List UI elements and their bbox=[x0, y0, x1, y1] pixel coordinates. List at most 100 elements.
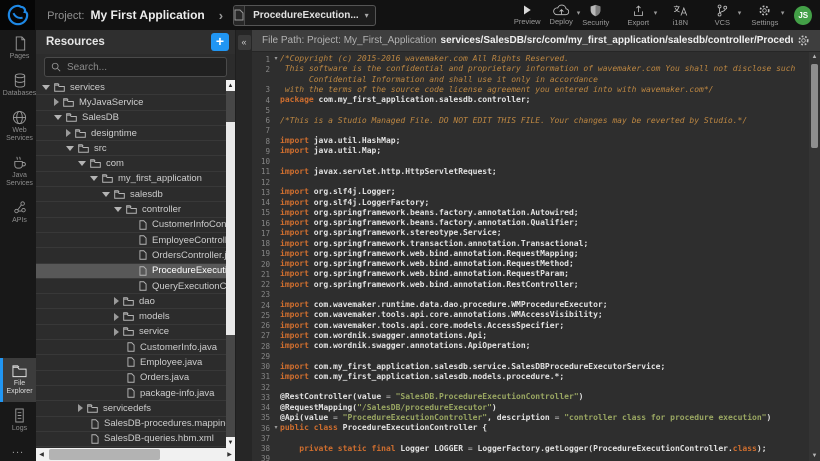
code-line[interactable]: 5 bbox=[252, 105, 820, 115]
more-options-icon[interactable]: ... bbox=[0, 439, 36, 461]
tree-expand-icon[interactable] bbox=[114, 328, 119, 336]
code-line[interactable]: 2 This software is the confidential and … bbox=[252, 64, 820, 74]
sidebar-item-web-services[interactable]: Web Services bbox=[0, 104, 36, 149]
code-line[interactable]: 14import org.slf4j.LoggerFactory; bbox=[252, 198, 820, 208]
search-box[interactable] bbox=[44, 57, 227, 77]
code-line[interactable]: 29 bbox=[252, 351, 820, 361]
scroll-up-icon[interactable]: ▲ bbox=[226, 80, 235, 91]
code-line[interactable]: 23 bbox=[252, 290, 820, 300]
tree-item-SalesDB-queries.hbm.xml[interactable]: SalesDB-queries.hbm.xml bbox=[36, 432, 235, 447]
i18n-button[interactable]: i18N bbox=[663, 0, 697, 30]
tree-item-com[interactable]: com bbox=[36, 156, 235, 171]
vcs-button[interactable]: ▾ VCS bbox=[705, 0, 739, 30]
tree-vertical-scrollbar[interactable]: ▲ ▼ bbox=[226, 80, 235, 448]
wavemaker-logo[interactable] bbox=[0, 0, 35, 30]
search-input[interactable] bbox=[65, 61, 220, 74]
collapse-panel-button[interactable]: « bbox=[238, 35, 251, 50]
scroll-thumb[interactable] bbox=[811, 64, 818, 148]
fold-marker-icon[interactable]: ▾ bbox=[272, 423, 280, 433]
code-line[interactable]: 26import com.wavemaker.tools.api.core.mo… bbox=[252, 321, 820, 331]
tree-item-controller[interactable]: controller bbox=[36, 202, 235, 217]
code-line[interactable]: 27import com.wordnik.swagger.annotations… bbox=[252, 331, 820, 341]
security-button[interactable]: Security bbox=[578, 0, 613, 30]
tree-collapse-icon[interactable] bbox=[102, 192, 110, 197]
code-line[interactable]: 39 bbox=[252, 454, 820, 461]
scroll-left-icon[interactable]: ◀ bbox=[36, 451, 47, 458]
scroll-up-icon[interactable]: ▲ bbox=[809, 52, 820, 62]
editor-vertical-scrollbar[interactable]: ▲ ▼ bbox=[809, 52, 820, 461]
sidebar-item-file-explorer[interactable]: File Explorer bbox=[0, 358, 36, 402]
fold-marker-icon[interactable]: ▾ bbox=[272, 54, 280, 64]
tree-item-services[interactable]: services bbox=[36, 80, 235, 95]
tree-collapse-icon[interactable] bbox=[66, 146, 74, 151]
code-content[interactable]: 1▾/*Copyright (c) 2015-2016 wavemaker.co… bbox=[252, 52, 820, 461]
tree-item-CustomerInfoController.java[interactable]: CustomerInfoController.java bbox=[36, 218, 235, 233]
tree-item-SalesDB[interactable]: SalesDB bbox=[36, 111, 235, 126]
scroll-down-icon[interactable]: ▼ bbox=[226, 437, 235, 448]
user-avatar[interactable]: JS bbox=[794, 6, 812, 25]
code-line[interactable]: 17import org.springframework.stereotype.… bbox=[252, 228, 820, 238]
code-line[interactable]: 24import com.wavemaker.runtime.data.dao.… bbox=[252, 300, 820, 310]
code-line[interactable]: 15import org.springframework.beans.facto… bbox=[252, 208, 820, 218]
tree-item-SalesDB-procedures.mappings.json[interactable]: SalesDB-procedures.mappings.json bbox=[36, 417, 235, 432]
code-line[interactable]: 31import com.my_first_application.salesd… bbox=[252, 372, 820, 382]
code-line[interactable]: 3 with the terms of the source code lice… bbox=[252, 85, 820, 95]
settings-button[interactable]: ▾ Settings bbox=[747, 0, 782, 30]
code-line[interactable]: 21import org.springframework.web.bind.an… bbox=[252, 269, 820, 279]
code-line[interactable]: 19import org.springframework.web.bind.an… bbox=[252, 249, 820, 259]
code-line[interactable]: 37 bbox=[252, 433, 820, 443]
sidebar-item-java-services[interactable]: Java Services bbox=[0, 149, 36, 194]
code-line[interactable]: 30import com.my_first_application.salesd… bbox=[252, 362, 820, 372]
tree-horizontal-scrollbar[interactable]: ◀ ▶ bbox=[36, 448, 235, 461]
scroll-thumb[interactable] bbox=[49, 449, 160, 460]
sidebar-item-logs[interactable]: Logs bbox=[0, 402, 36, 439]
code-line[interactable]: 22import org.springframework.web.bind.an… bbox=[252, 280, 820, 290]
tree-item-Employee.java[interactable]: Employee.java bbox=[36, 355, 235, 370]
file-selector-dropdown[interactable]: ProcedureExecution... ▾ bbox=[233, 5, 376, 26]
tree-item-designtime[interactable]: designtime bbox=[36, 126, 235, 141]
code-line[interactable]: 11import javax.servlet.http.HttpServletR… bbox=[252, 167, 820, 177]
code-line[interactable]: 4package com.my_first_application.salesd… bbox=[252, 95, 820, 105]
tree-item-dao[interactable]: dao bbox=[36, 294, 235, 309]
tree-expand-icon[interactable] bbox=[66, 129, 71, 137]
tree-item-QueryExecutionController.java[interactable]: QueryExecutionController.java bbox=[36, 279, 235, 294]
code-line[interactable]: 1▾/*Copyright (c) 2015-2016 wavemaker.co… bbox=[252, 54, 820, 64]
tree-item-servicedefs[interactable]: servicedefs bbox=[36, 401, 235, 416]
tree-item-CustomerInfo.java[interactable]: CustomerInfo.java bbox=[36, 340, 235, 355]
scroll-thumb[interactable] bbox=[226, 122, 235, 335]
tree-item-package-info.java[interactable]: package-info.java bbox=[36, 386, 235, 401]
code-line[interactable]: 25import com.wavemaker.tools.api.core.an… bbox=[252, 310, 820, 320]
code-line[interactable]: 28import com.wordnik.swagger.annotations… bbox=[252, 341, 820, 351]
sidebar-item-pages[interactable]: Pages bbox=[0, 30, 36, 67]
tree-collapse-icon[interactable] bbox=[114, 207, 122, 212]
tree-item-ProcedureExecutionController.java[interactable]: ProcedureExecutionController.java bbox=[36, 264, 235, 279]
code-line[interactable]: 7 bbox=[252, 126, 820, 136]
tree-expand-icon[interactable] bbox=[78, 404, 83, 412]
scroll-right-icon[interactable]: ▶ bbox=[224, 451, 235, 458]
code-line[interactable]: 12 bbox=[252, 177, 820, 187]
tree-expand-icon[interactable] bbox=[114, 313, 119, 321]
deploy-button[interactable]: ▾ Deploy bbox=[544, 0, 578, 30]
tree-item-service[interactable]: service bbox=[36, 325, 235, 340]
tree-item-my_first_application[interactable]: my_first_application bbox=[36, 172, 235, 187]
tree-item-OrdersController.java[interactable]: OrdersController.java bbox=[36, 248, 235, 263]
code-line[interactable]: Confidential Information and shall use i… bbox=[252, 75, 820, 85]
code-line[interactable]: 20import org.springframework.web.bind.an… bbox=[252, 259, 820, 269]
tree-item-models[interactable]: models bbox=[36, 309, 235, 324]
tree-collapse-icon[interactable] bbox=[42, 85, 50, 90]
tree-item-EmployeeController.java[interactable]: EmployeeController.java bbox=[36, 233, 235, 248]
sidebar-item-apis[interactable]: APIs bbox=[0, 194, 36, 231]
preview-button[interactable]: Preview bbox=[510, 0, 544, 30]
code-line[interactable]: 35@Api(value = "ProcedureExecutionContro… bbox=[252, 413, 820, 423]
code-line[interactable]: 9import java.util.Map; bbox=[252, 146, 820, 156]
tree-item-src[interactable]: src bbox=[36, 141, 235, 156]
code-line[interactable]: 10 bbox=[252, 157, 820, 167]
tree-item-MyJavaService[interactable]: MyJavaService bbox=[36, 95, 235, 110]
code-line[interactable]: 18import org.springframework.transaction… bbox=[252, 239, 820, 249]
code-line[interactable]: 6/*This is a Studio Managed File. DO NOT… bbox=[252, 116, 820, 126]
tree-item-salesdb[interactable]: salesdb bbox=[36, 187, 235, 202]
code-line[interactable]: 34@RequestMapping("/SalesDB/procedureExe… bbox=[252, 403, 820, 413]
code-line[interactable]: 36▾public class ProcedureExecutionContro… bbox=[252, 423, 820, 433]
code-line[interactable]: 16import org.springframework.beans.facto… bbox=[252, 218, 820, 228]
code-line[interactable]: 32 bbox=[252, 382, 820, 392]
